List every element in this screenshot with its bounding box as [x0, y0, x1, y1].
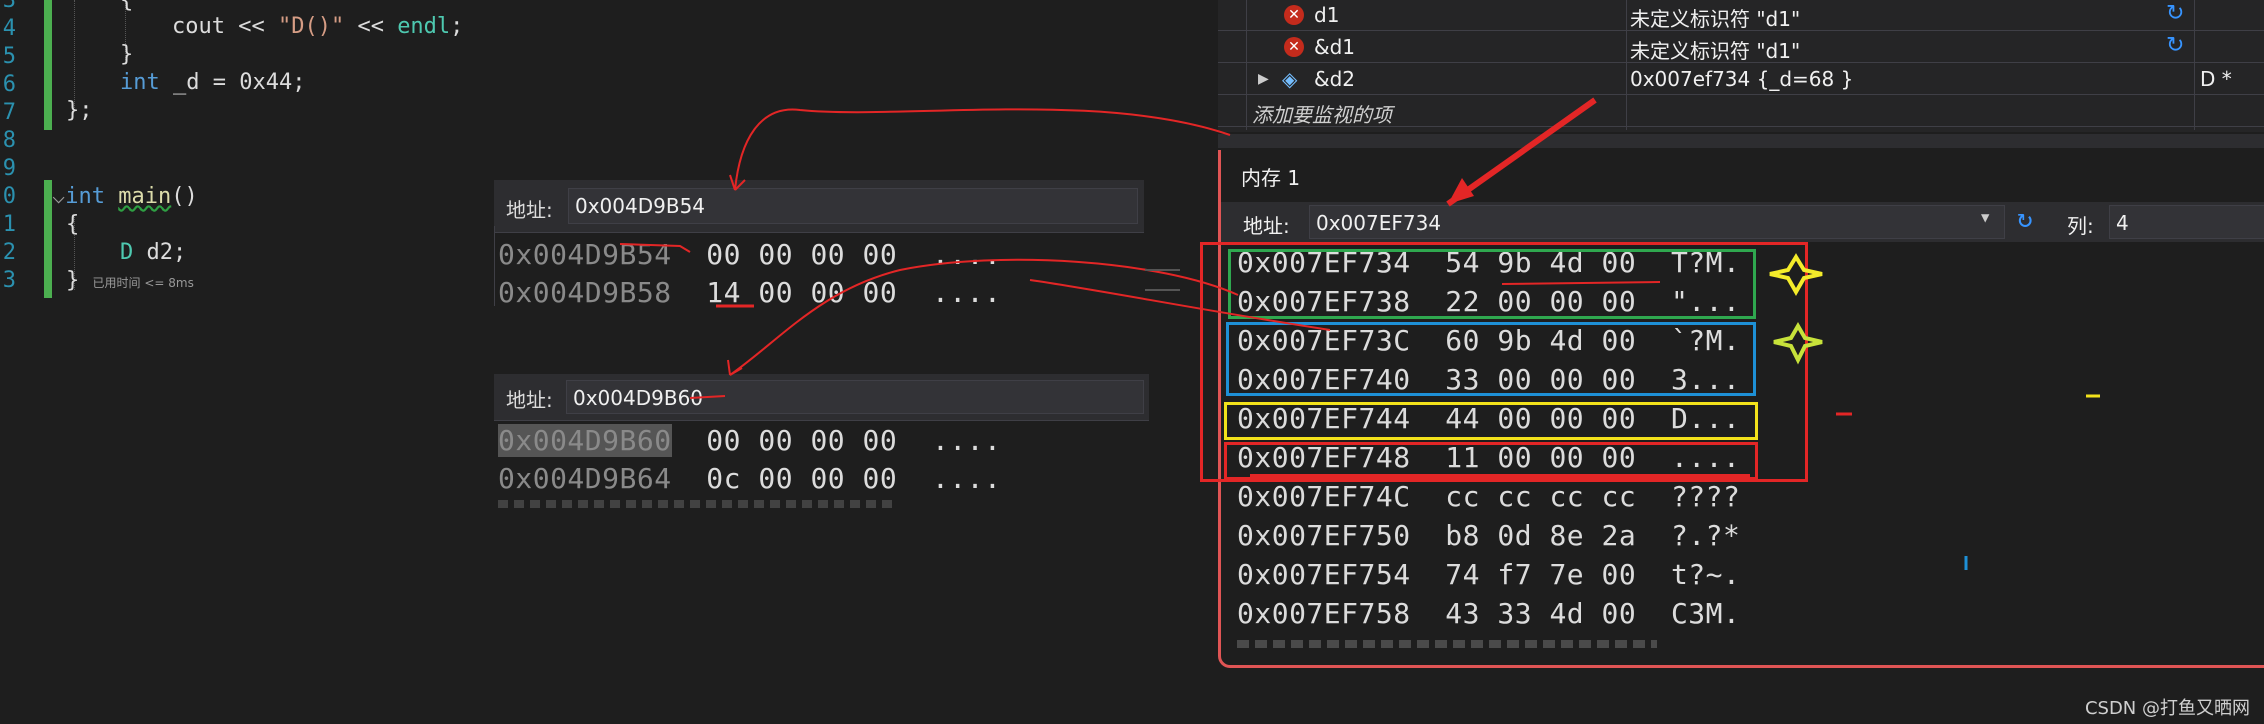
- annotation-underline: [689, 395, 726, 399]
- star-icon: [1773, 322, 1823, 365]
- annotation-overlay: [619, 97, 2100, 570]
- annotation-curve: [734, 108, 1231, 191]
- annotation-curve: [1029, 279, 1331, 331]
- annotation-curve: [729, 258, 1239, 376]
- annotation-underline: [1501, 281, 1661, 285]
- annotation-underline: [619, 243, 691, 253]
- annotation-arrowhead: [1448, 178, 1474, 204]
- star-icon: [1769, 253, 1823, 297]
- watermark: CSDN @打鱼又晒网: [2084, 698, 2250, 719]
- annotation-arrow: [1446, 97, 1597, 207]
